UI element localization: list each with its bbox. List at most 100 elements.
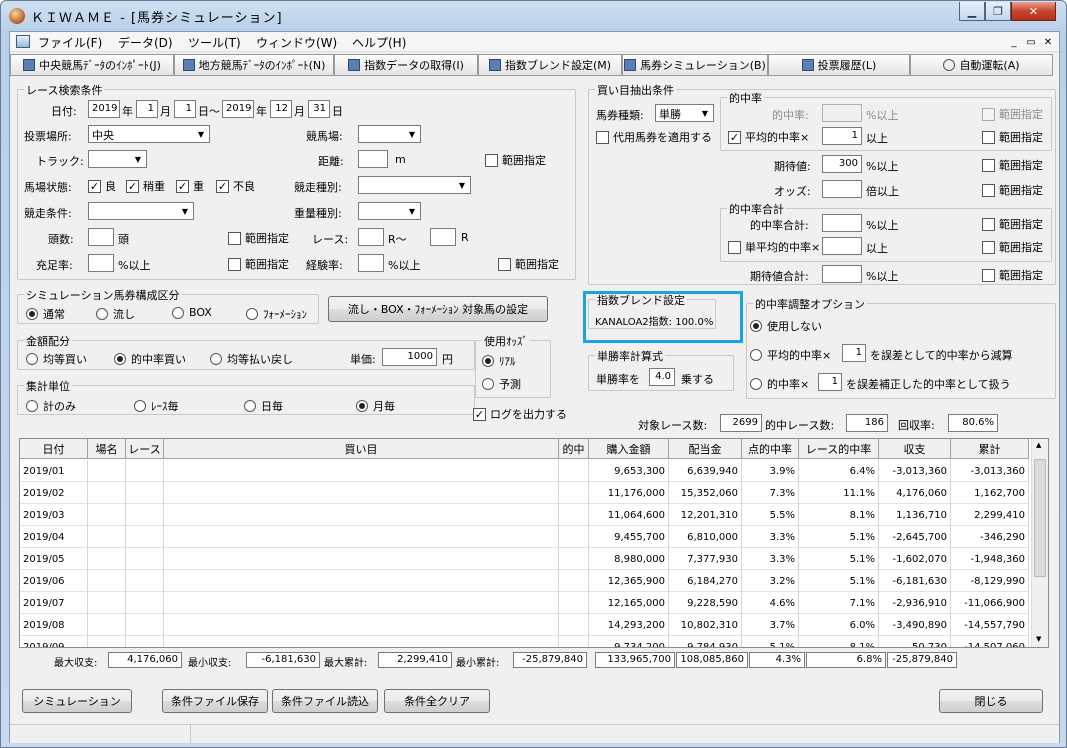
target-horse-settings-button[interactable]: 流し・BOX・ﾌｫｰﾒｰｼｮﾝ 対象馬の設定 — [328, 296, 548, 322]
runners-range-checkbox[interactable]: 範囲指定 — [228, 230, 289, 246]
odds-range-checkbox[interactable]: 範囲指定 — [982, 182, 1043, 198]
table-row[interactable]: 2019/09 9,734,200 9,784,930 5.1% 8.1% 50,730-… — [20, 636, 1029, 647]
bet-type-select[interactable]: 単勝 ▼ — [655, 104, 714, 122]
race-condition-select[interactable]: ▼ — [88, 202, 194, 220]
experience-range-checkbox[interactable]: 範囲指定 — [498, 256, 559, 272]
adjust-correct-input[interactable]: 1 — [818, 373, 842, 391]
substitute-bet-checkbox[interactable]: 代用馬券を適用する — [596, 129, 712, 145]
money-equal-radio[interactable]: 均等買い — [26, 351, 87, 367]
column-header[interactable]: 的中 — [559, 439, 589, 459]
venue-select[interactable]: 中央 ▼ — [88, 125, 210, 143]
table-row[interactable]: 2019/04 9,455,700 6,810,000 3.3% 5.1% -2,645,… — [20, 526, 1029, 548]
single-avg-checkbox[interactable]: 単平均的中率× — [728, 239, 820, 255]
odds-input[interactable] — [822, 180, 862, 198]
money-equal-return-radio[interactable]: 均等払い戻し — [210, 351, 293, 367]
fetch-index-button[interactable]: 指数データの取得(I) — [334, 54, 478, 76]
import-local-button[interactable]: 地方競馬ﾃﾞｰﾀのｲﾝﾎﾟｰﾄ(N) — [174, 54, 334, 76]
scroll-down-icon[interactable]: ▼ — [1036, 635, 1041, 643]
avg-range-checkbox[interactable]: 範囲指定 — [982, 129, 1043, 145]
from-day-input[interactable]: 1 — [174, 100, 196, 118]
auto-run-button[interactable]: 自動運転(A) — [910, 54, 1053, 76]
column-header[interactable]: 収支 — [879, 439, 951, 459]
agg-total-radio[interactable]: 計のみ — [26, 398, 76, 414]
table-row[interactable]: 2019/08 14,293,200 10,802,310 3.7% 6.0% -3,49… — [20, 614, 1029, 636]
weight-type-select[interactable]: ▼ — [358, 202, 421, 220]
to-month-input[interactable]: 12 — [270, 100, 292, 118]
column-header[interactable]: 日付 — [20, 439, 88, 459]
scroll-up-icon[interactable]: ▲ — [1036, 441, 1041, 449]
column-header[interactable]: 配当金 — [669, 439, 742, 459]
runners-input[interactable] — [88, 228, 114, 246]
maximize-icon[interactable]: ❐ — [985, 2, 1011, 21]
race-to-input[interactable] — [430, 228, 456, 246]
adjust-none-radio[interactable]: 使用しない — [750, 318, 822, 334]
tansho-exponent-input[interactable]: 4.0 — [649, 368, 675, 386]
going-yielding-checkbox[interactable]: ✓ 稍重 — [126, 178, 165, 194]
table-row[interactable]: 2019/05 8,980,000 7,377,930 3.3% 5.1% -1,602,… — [20, 548, 1029, 570]
mdi-close-icon[interactable]: ✕ — [1040, 35, 1056, 49]
to-year-input[interactable]: 2019 — [222, 100, 254, 118]
column-header[interactable]: 点的中率 — [742, 439, 799, 459]
hit-rate-input[interactable] — [822, 104, 862, 122]
column-header[interactable]: 購入金額 — [589, 439, 669, 459]
avg-hit-checkbox[interactable]: ✓ 平均的中率× — [728, 129, 809, 145]
avg-hit-input[interactable]: 1 — [822, 127, 862, 145]
menu-window[interactable]: ウィンドウ(W) — [256, 34, 337, 51]
close-button[interactable]: 閉じる — [939, 689, 1043, 713]
from-year-input[interactable]: 2019 — [88, 100, 120, 118]
vertical-scrollbar[interactable]: ▲ ▼ — [1031, 439, 1048, 647]
distance-range-checkbox[interactable]: 範囲指定 — [485, 152, 546, 168]
fill-rate-input[interactable] — [88, 254, 114, 272]
single-avg-range-checkbox[interactable]: 範囲指定 — [982, 239, 1043, 255]
money-hitrate-radio[interactable]: 的中率買い — [114, 351, 186, 367]
ev-range-checkbox[interactable]: 範囲指定 — [982, 157, 1043, 173]
column-header[interactable]: 買い目 — [164, 439, 559, 459]
sim-normal-radio[interactable]: 通常 — [26, 306, 65, 322]
column-header[interactable]: レース — [126, 439, 164, 459]
track-select[interactable]: ▼ — [88, 150, 147, 168]
agg-day-radio[interactable]: 日毎 — [244, 398, 283, 414]
minimize-icon[interactable]: ▁ — [959, 2, 985, 21]
price-input[interactable]: 1000 — [382, 348, 437, 366]
adjust-subtract-radio[interactable]: 平均的中率× — [750, 347, 831, 363]
hit-sum-input[interactable] — [822, 214, 862, 232]
menu-data[interactable]: データ(D) — [118, 34, 173, 51]
import-central-button[interactable]: 中央競馬ﾃﾞｰﾀのｲﾝﾎﾟｰﾄ(J) — [10, 54, 174, 76]
experience-input[interactable] — [358, 254, 384, 272]
race-from-input[interactable] — [358, 228, 384, 246]
sim-formation-radio[interactable]: ﾌｫｰﾒｰｼｮﾝ — [246, 306, 307, 322]
column-header[interactable]: 累計 — [951, 439, 1029, 459]
table-row[interactable]: 2019/02 11,176,000 15,352,060 7.3% 11.1% 4,17… — [20, 482, 1029, 504]
from-month-input[interactable]: 1 — [136, 100, 158, 118]
blend-settings-button[interactable]: 指数ブレンド設定(M) — [478, 54, 622, 76]
table-row[interactable]: 2019/03 11,064,600 12,201,310 5.5% 8.1% 1,136… — [20, 504, 1029, 526]
single-avg-input[interactable] — [822, 237, 862, 255]
ev-sum-input[interactable] — [822, 265, 862, 283]
mdi-minimize-icon[interactable]: _ — [1006, 35, 1022, 49]
adjust-correct-radio[interactable]: 的中率× — [750, 376, 809, 392]
fill-range-checkbox[interactable]: 範囲指定 — [228, 256, 289, 272]
to-day-input[interactable]: 31 — [308, 100, 330, 118]
simulate-button[interactable]: シミュレーション — [22, 689, 132, 713]
agg-month-radio[interactable]: 月毎 — [356, 398, 395, 414]
clear-conditions-button[interactable]: 条件全クリア — [384, 689, 490, 713]
column-header[interactable]: レース的中率 — [799, 439, 879, 459]
ev-sum-range-checkbox[interactable]: 範囲指定 — [982, 267, 1043, 283]
table-row[interactable]: 2019/01 9,653,300 6,639,940 3.9% 6.4% -3,013,… — [20, 460, 1029, 482]
race-type-select[interactable]: ▼ — [358, 176, 471, 194]
menu-help[interactable]: ヘルプ(H) — [352, 34, 406, 51]
mdi-restore-icon[interactable]: ▭ — [1023, 35, 1039, 49]
scroll-thumb[interactable] — [1034, 459, 1046, 577]
history-button[interactable]: 投票履歴(L) — [768, 54, 910, 76]
column-header[interactable]: 場名 — [88, 439, 126, 459]
hit-range-checkbox[interactable]: 範囲指定 — [982, 106, 1043, 122]
going-heavy-checkbox[interactable]: ✓ 不良 — [216, 178, 255, 194]
simulation-button[interactable]: 馬券シミュレーション(B) — [622, 54, 768, 76]
course-select[interactable]: ▼ — [358, 125, 421, 143]
menu-file[interactable]: ファイル(F) — [38, 34, 102, 51]
going-good-checkbox[interactable]: ✓ 良 — [88, 178, 116, 194]
odds-real-radio[interactable]: ﾘｱﾙ — [482, 353, 516, 369]
table-row[interactable]: 2019/06 12,365,900 6,184,270 3.2% 5.1% -6,181… — [20, 570, 1029, 592]
table-row[interactable]: 2019/07 12,165,000 9,228,590 4.6% 7.1% -2,936… — [20, 592, 1029, 614]
adjust-subtract-input[interactable]: 1 — [842, 344, 866, 362]
